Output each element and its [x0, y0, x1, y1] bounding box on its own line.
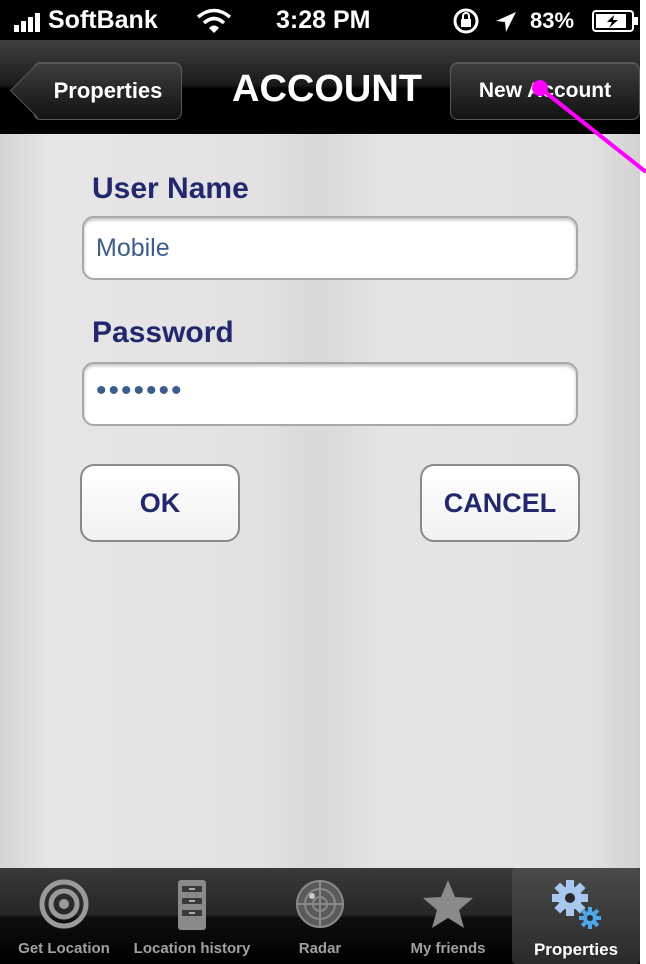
- page-title: ACCOUNT: [232, 68, 422, 110]
- tab-bar: Get Location Location history Radar My f…: [0, 868, 640, 964]
- rotation-lock-icon: [453, 8, 479, 34]
- carrier-label: SoftBank: [48, 6, 158, 34]
- status-time: 3:28 PM: [276, 6, 371, 34]
- battery-percent: 83%: [530, 8, 575, 33]
- tab-label: Get Location: [18, 940, 110, 957]
- back-button[interactable]: Properties: [34, 62, 182, 120]
- username-value: Mobile: [96, 234, 170, 262]
- tab-get-location[interactable]: Get Location: [0, 868, 128, 964]
- cancel-button[interactable]: CANCEL: [420, 464, 580, 542]
- wifi-icon: [196, 8, 232, 33]
- tab-label: Location history: [133, 940, 251, 957]
- username-label: User Name: [92, 172, 249, 205]
- tab-properties[interactable]: Properties: [512, 868, 640, 964]
- navigation-bar: Properties ACCOUNT New Account: [0, 40, 640, 134]
- cabinet-icon: [178, 880, 206, 930]
- star-icon: [423, 880, 473, 928]
- account-form: User Name Mobile Password ••••••• OK CAN…: [0, 134, 640, 868]
- ok-button[interactable]: OK: [80, 464, 240, 542]
- password-label: Password: [92, 316, 234, 349]
- tab-location-history[interactable]: Location history: [128, 868, 256, 964]
- phone-screen: SoftBank 3:28 PM 83% Properties ACCOUNT …: [0, 0, 640, 964]
- new-account-button[interactable]: New Account: [450, 62, 640, 120]
- gear-icon: [552, 880, 601, 929]
- tab-label: Properties: [533, 940, 619, 959]
- username-field[interactable]: Mobile: [82, 216, 578, 280]
- password-value: •••••••: [96, 374, 184, 407]
- tab-label: Radar: [298, 940, 342, 957]
- location-arrow-icon: [496, 12, 516, 32]
- target-icon: [39, 879, 89, 929]
- signal-icon: [14, 10, 44, 32]
- tab-my-friends[interactable]: My friends: [384, 868, 512, 964]
- tab-radar[interactable]: Radar: [256, 868, 384, 964]
- password-field[interactable]: •••••••: [82, 362, 578, 426]
- radar-icon: [296, 880, 344, 928]
- tab-label: My friends: [410, 940, 486, 957]
- back-button-label: Properties: [53, 78, 163, 103]
- battery-icon: [592, 10, 638, 32]
- status-bar: SoftBank 3:28 PM 83%: [0, 0, 640, 40]
